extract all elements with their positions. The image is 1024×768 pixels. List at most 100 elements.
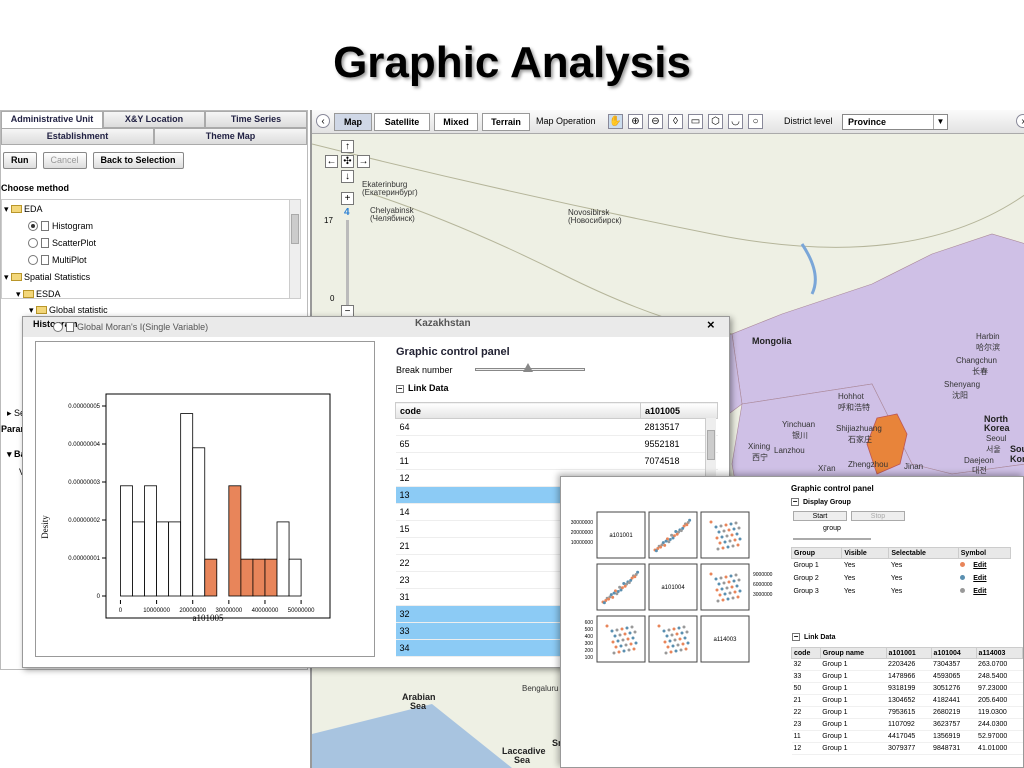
- scatter-point[interactable]: [667, 628, 671, 632]
- center-icon[interactable]: ✣: [341, 155, 354, 168]
- scatter-point[interactable]: [718, 593, 722, 597]
- scatter-point[interactable]: [725, 586, 729, 590]
- histogram-bar[interactable]: [204, 558, 218, 597]
- scatter-point[interactable]: [722, 529, 726, 533]
- tree-node-global[interactable]: ▾ Global statistic: [29, 305, 108, 316]
- collapse-icon[interactable]: ‹: [316, 114, 330, 128]
- scatter-point[interactable]: [715, 588, 719, 592]
- tab-administrative-unit[interactable]: Administrative Unit: [1, 111, 103, 128]
- map-type-terrain-button[interactable]: Terrain: [482, 113, 530, 131]
- group-row[interactable]: Group 1 Yes Yes Edit: [792, 559, 1011, 572]
- zoom-in-button[interactable]: +: [341, 192, 354, 205]
- scatter-point[interactable]: [735, 532, 739, 536]
- scatter-point[interactable]: [730, 585, 734, 589]
- scatter-point[interactable]: [615, 628, 619, 632]
- link-data-toggle[interactable]: − Link Data: [792, 633, 836, 641]
- pan-up-icon[interactable]: ↑: [341, 140, 354, 153]
- break-number-slider-thumb[interactable]: [523, 363, 533, 372]
- scatter-point[interactable]: [611, 640, 615, 644]
- scatter-point[interactable]: [674, 649, 678, 653]
- scatter-point[interactable]: [674, 530, 678, 534]
- scatter-point[interactable]: [612, 591, 616, 595]
- histogram-bar[interactable]: [288, 558, 302, 597]
- scatter-point[interactable]: [714, 577, 718, 581]
- column-header-a101004[interactable]: a101004: [930, 647, 977, 659]
- scatter-point[interactable]: [735, 584, 739, 588]
- scatter-point[interactable]: [620, 627, 624, 631]
- scatter-point[interactable]: [722, 581, 726, 585]
- circle-select-icon[interactable]: ○: [748, 114, 763, 129]
- scatter-point[interactable]: [683, 636, 687, 640]
- scatter-point[interactable]: [662, 629, 666, 633]
- scatter-point[interactable]: [618, 585, 622, 589]
- scatter-point[interactable]: [729, 522, 733, 526]
- histogram-bar[interactable]: [168, 521, 182, 597]
- table-row[interactable]: 32 Group 1 2203426 7304357 263.0700: [791, 658, 1023, 671]
- scatter-point[interactable]: [666, 645, 670, 649]
- scatter-point[interactable]: [737, 578, 741, 582]
- scatter-point[interactable]: [633, 630, 637, 634]
- stop-button[interactable]: Stop: [851, 511, 905, 521]
- scatter-point[interactable]: [724, 575, 728, 579]
- scatter-point[interactable]: [615, 592, 619, 596]
- scatter-point[interactable]: [632, 647, 636, 651]
- scatter-point[interactable]: [731, 544, 735, 548]
- map-type-mixed-button[interactable]: Mixed: [434, 113, 478, 131]
- scatter-point[interactable]: [720, 587, 724, 591]
- scatter-point[interactable]: [665, 634, 669, 638]
- edit-link[interactable]: Edit: [973, 588, 986, 595]
- scatter-point[interactable]: [717, 582, 721, 586]
- scatter-point[interactable]: [654, 549, 658, 553]
- scrollbar-thumb[interactable]: [707, 430, 715, 460]
- tree-scrollbar[interactable]: [289, 200, 300, 298]
- scatter-point[interactable]: [682, 625, 686, 629]
- scatter-point[interactable]: [724, 523, 728, 527]
- edit-link[interactable]: Edit: [973, 575, 986, 582]
- table-row[interactable]: 50 Group 1 9318199 3051276 97.23000: [791, 682, 1023, 695]
- scatter-point[interactable]: [610, 629, 614, 633]
- scatter-point[interactable]: [732, 579, 736, 583]
- scatter-point[interactable]: [679, 648, 683, 652]
- map-type-satellite-button[interactable]: Satellite: [374, 113, 430, 131]
- collapse-icon[interactable]: −: [792, 633, 800, 641]
- tree-node-moran[interactable]: Global Moran's I(Single Variable): [53, 322, 208, 332]
- table-row[interactable]: 21 Group 1 1304652 4182441 205.6400: [791, 694, 1023, 707]
- scatter-point[interactable]: [729, 574, 733, 578]
- scatter-point[interactable]: [616, 639, 620, 643]
- zoom-out-icon[interactable]: ⊖: [648, 114, 663, 129]
- column-header-code[interactable]: code: [395, 402, 641, 419]
- scatter-point[interactable]: [723, 592, 727, 596]
- scatter-point[interactable]: [733, 538, 737, 542]
- scatter-point[interactable]: [612, 651, 616, 655]
- tree-node-histogram[interactable]: Histogram: [28, 221, 93, 231]
- scatter-point[interactable]: [709, 520, 713, 524]
- histogram-bar[interactable]: [156, 521, 170, 597]
- start-button[interactable]: Start: [793, 511, 847, 521]
- map-type-map-button[interactable]: Map: [334, 113, 372, 131]
- scatter-point[interactable]: [673, 638, 677, 642]
- collapse-icon[interactable]: −: [791, 498, 799, 506]
- link-data-toggle[interactable]: − Link Data: [396, 383, 449, 393]
- scatter-point[interactable]: [676, 643, 680, 647]
- run-button[interactable]: Run: [3, 152, 37, 169]
- table-row[interactable]: 33 Group 1 1478966 4593065 248.5400: [791, 670, 1023, 683]
- scatter-point[interactable]: [726, 545, 730, 549]
- group-row[interactable]: Group 2 Yes Yes Edit: [792, 572, 1011, 585]
- histogram-bar[interactable]: [192, 447, 206, 597]
- pan-hand-icon[interactable]: ✋: [608, 114, 623, 129]
- scatter-point[interactable]: [716, 547, 720, 551]
- scatter-point[interactable]: [719, 524, 723, 528]
- scatter-point[interactable]: [685, 630, 689, 634]
- scatter-point[interactable]: [663, 543, 667, 547]
- scatter-point[interactable]: [634, 641, 638, 645]
- scatter-point[interactable]: [709, 572, 713, 576]
- tab-establishment[interactable]: Establishment: [1, 128, 154, 145]
- scatter-point[interactable]: [623, 632, 627, 636]
- scatter-point[interactable]: [622, 649, 626, 653]
- scatter-point[interactable]: [619, 588, 623, 592]
- histogram-bar[interactable]: [120, 485, 133, 597]
- scrollbar-thumb[interactable]: [291, 214, 299, 244]
- column-header-code[interactable]: code: [791, 647, 821, 659]
- column-header-symbol[interactable]: Symbol: [957, 547, 1012, 559]
- marker-icon[interactable]: ◊: [668, 114, 683, 129]
